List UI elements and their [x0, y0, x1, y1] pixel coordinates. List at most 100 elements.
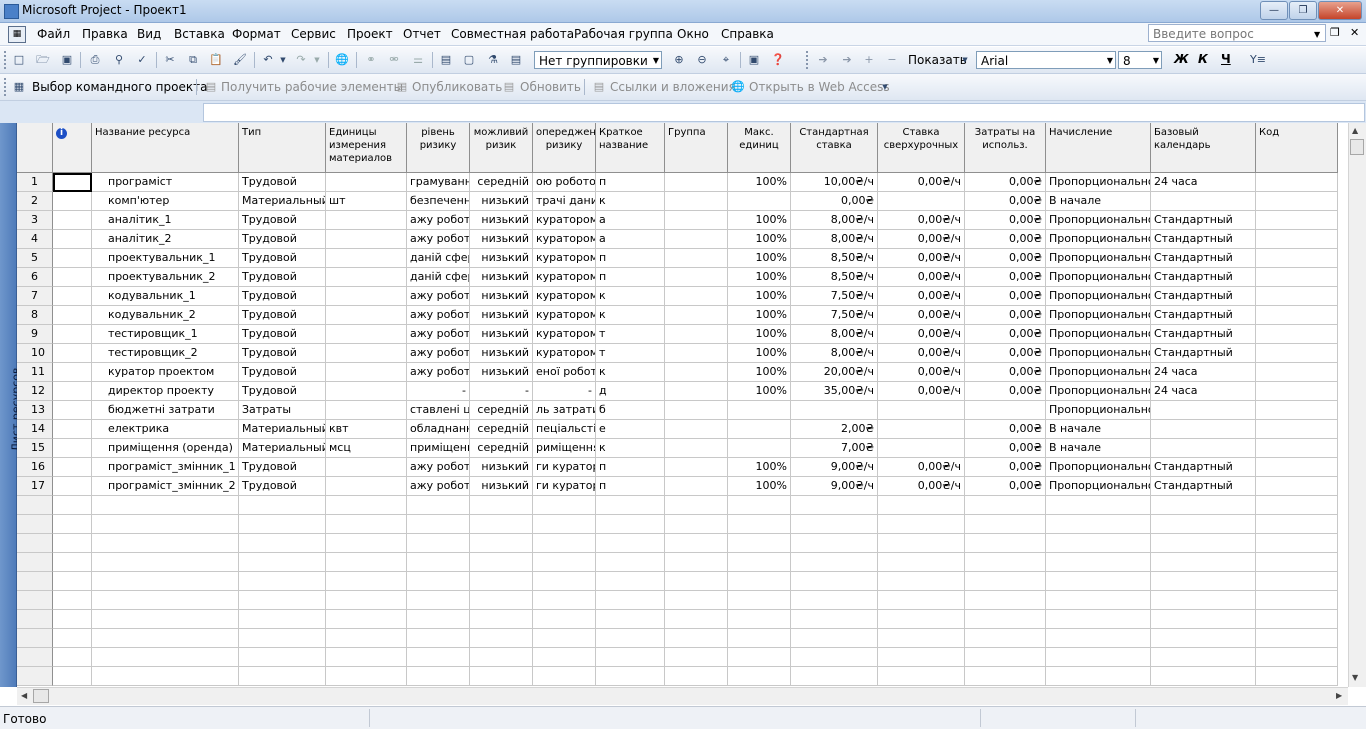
- table-cell[interactable]: [665, 401, 728, 420]
- table-cell[interactable]: [728, 515, 791, 534]
- table-cell[interactable]: В начале: [1046, 439, 1151, 458]
- table-cell[interactable]: [533, 515, 596, 534]
- table-cell[interactable]: [596, 496, 665, 515]
- table-cell[interactable]: к: [596, 287, 665, 306]
- menu-team[interactable]: Рабочая группа: [574, 27, 673, 41]
- scroll-down-icon[interactable]: ▼: [1352, 673, 1358, 682]
- table-cell[interactable]: Материальный: [239, 420, 326, 439]
- indicator-cell[interactable]: [53, 192, 92, 211]
- table-cell[interactable]: куратором: [533, 249, 596, 268]
- print-icon[interactable]: ⎙: [88, 53, 102, 67]
- table-cell[interactable]: [1256, 401, 1338, 420]
- table-cell[interactable]: [1151, 496, 1256, 515]
- table-cell[interactable]: [965, 629, 1046, 648]
- table-cell[interactable]: 0,00₴/ч: [878, 211, 965, 230]
- table-cell[interactable]: 0,00₴: [965, 382, 1046, 401]
- table-cell[interactable]: д: [596, 382, 665, 401]
- table-cell[interactable]: [791, 610, 878, 629]
- table-cell[interactable]: [665, 553, 728, 572]
- table-cell[interactable]: [878, 420, 965, 439]
- table-cell[interactable]: низький: [470, 192, 533, 211]
- table-cell[interactable]: [665, 363, 728, 382]
- table-cell[interactable]: [1256, 211, 1338, 230]
- table-cell[interactable]: 0,00₴/ч: [878, 477, 965, 496]
- table-cell[interactable]: еної роботи: [533, 363, 596, 382]
- restore-button[interactable]: ❐: [1289, 1, 1317, 20]
- indicator-cell[interactable]: [53, 572, 92, 591]
- table-cell[interactable]: комп'ютер: [92, 192, 239, 211]
- table-cell[interactable]: програміст: [92, 173, 239, 192]
- table-cell[interactable]: [665, 572, 728, 591]
- table-cell[interactable]: [1256, 382, 1338, 401]
- table-cell[interactable]: Стандартный: [1151, 268, 1256, 287]
- print-preview-icon[interactable]: ⚲: [112, 53, 126, 67]
- zoom-out-icon[interactable]: ⊖: [695, 53, 709, 67]
- table-cell[interactable]: [1256, 230, 1338, 249]
- table-cell[interactable]: Трудовой: [239, 249, 326, 268]
- show-subtasks-icon[interactable]: +: [862, 53, 876, 67]
- table-cell[interactable]: [1256, 439, 1338, 458]
- indicator-cell[interactable]: [53, 496, 92, 515]
- table-cell[interactable]: [1256, 553, 1338, 572]
- table-cell[interactable]: Трудовой: [239, 325, 326, 344]
- table-cell[interactable]: ажу роботи: [407, 287, 470, 306]
- table-cell[interactable]: 100%: [728, 230, 791, 249]
- table-cell[interactable]: Трудовой: [239, 173, 326, 192]
- redo-dropdown-icon[interactable]: ▼: [310, 53, 324, 67]
- table-cell[interactable]: [1256, 287, 1338, 306]
- table-cell[interactable]: ставлені цілі: [407, 401, 470, 420]
- column-header[interactable]: Затраты на использ.: [965, 123, 1046, 173]
- table-cell[interactable]: [92, 667, 239, 686]
- table-cell[interactable]: 10,00₴/ч: [791, 173, 878, 192]
- table-cell[interactable]: 20,00₴/ч: [791, 363, 878, 382]
- table-cell[interactable]: [92, 629, 239, 648]
- table-cell[interactable]: 100%: [728, 363, 791, 382]
- table-cell[interactable]: куратором: [533, 211, 596, 230]
- toolbar-grip[interactable]: [806, 51, 811, 69]
- table-cell[interactable]: [665, 192, 728, 211]
- row-number[interactable]: [17, 515, 53, 534]
- table-cell[interactable]: [1256, 173, 1338, 192]
- table-cell[interactable]: [1256, 667, 1338, 686]
- table-cell[interactable]: Стандартный: [1151, 306, 1256, 325]
- table-cell[interactable]: [407, 572, 470, 591]
- italic-icon[interactable]: К: [1198, 52, 1208, 66]
- table-cell[interactable]: [1151, 192, 1256, 211]
- table-cell[interactable]: Пропорциональное: [1046, 287, 1151, 306]
- table-cell[interactable]: [728, 192, 791, 211]
- menu-project[interactable]: Проект: [347, 27, 393, 41]
- table-cell[interactable]: [1046, 648, 1151, 667]
- table-cell[interactable]: Стандартный: [1151, 249, 1256, 268]
- column-header[interactable]: Макс. единиц: [728, 123, 791, 173]
- table-cell[interactable]: [470, 629, 533, 648]
- table-cell[interactable]: Пропорциональное: [1046, 173, 1151, 192]
- table-cell[interactable]: [533, 591, 596, 610]
- table-cell[interactable]: [965, 648, 1046, 667]
- table-cell[interactable]: [533, 648, 596, 667]
- table-cell[interactable]: 0,00₴: [965, 363, 1046, 382]
- bold-icon[interactable]: Ж: [1174, 52, 1189, 66]
- column-header[interactable]: Код: [1256, 123, 1338, 173]
- outdent-icon[interactable]: ➔: [816, 53, 830, 67]
- menu-insert[interactable]: Вставка: [174, 27, 225, 41]
- table-cell[interactable]: -: [470, 382, 533, 401]
- column-header[interactable]: Тип: [239, 123, 326, 173]
- table-cell[interactable]: [728, 629, 791, 648]
- open-web-access-button[interactable]: Открыть в Web Access: [749, 80, 890, 94]
- table-cell[interactable]: [1256, 572, 1338, 591]
- table-cell[interactable]: к: [596, 306, 665, 325]
- table-cell[interactable]: 0,00₴: [965, 211, 1046, 230]
- table-cell[interactable]: [596, 572, 665, 591]
- link-tasks-icon[interactable]: ⚭: [364, 53, 378, 67]
- table-cell[interactable]: кодувальник_2: [92, 306, 239, 325]
- table-cell[interactable]: пеціальстів: [533, 420, 596, 439]
- column-header[interactable]: Краткое название: [596, 123, 665, 173]
- table-cell[interactable]: [326, 325, 407, 344]
- table-cell[interactable]: 100%: [728, 325, 791, 344]
- doc-close-button[interactable]: ✕: [1350, 26, 1359, 39]
- row-number[interactable]: 12: [17, 382, 53, 401]
- doc-restore-button[interactable]: ❐: [1330, 26, 1340, 39]
- indicator-cell[interactable]: [53, 173, 92, 192]
- close-button[interactable]: ✕: [1318, 1, 1362, 20]
- table-cell[interactable]: 0,00₴/ч: [878, 306, 965, 325]
